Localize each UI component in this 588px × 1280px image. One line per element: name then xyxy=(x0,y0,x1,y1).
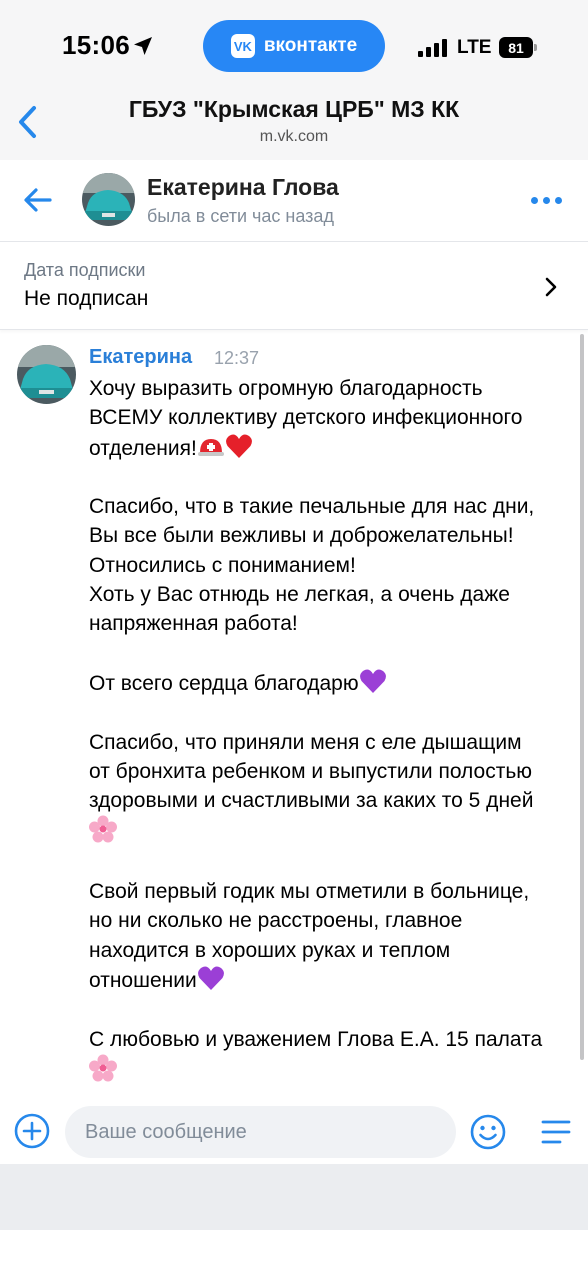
chat-header: Екатерина Глова была в сети час назад xyxy=(0,160,588,242)
dot xyxy=(543,197,550,204)
message-paragraph: От всего сердца благодарю xyxy=(89,668,579,698)
cherry-blossom-emoji xyxy=(89,815,117,843)
message-body: Хочу выразить огромную благодарность ВСЕ… xyxy=(89,374,579,1115)
subscription-value: Не подписан xyxy=(24,287,149,310)
dot xyxy=(531,197,538,204)
battery-cap xyxy=(534,44,537,51)
status-time: 15:06 xyxy=(62,30,130,60)
purple-heart-emoji xyxy=(197,966,224,990)
red-heart-emoji xyxy=(225,434,252,458)
status-bar: 15:06 VK вконтакте LTE 81 xyxy=(0,0,588,90)
battery-icon: 81 xyxy=(499,37,537,58)
browser-bar: ГБУЗ "Крымская ЦРБ" МЗ КК m.vk.com xyxy=(0,90,588,160)
keyboard-placeholder-area xyxy=(0,1164,588,1230)
vk-pill-label: вконтакте xyxy=(263,35,358,56)
message-text: От всего сердца благодарю xyxy=(89,671,359,695)
message-input[interactable] xyxy=(65,1106,456,1158)
back-chevron-icon[interactable] xyxy=(14,104,42,140)
smile-icon[interactable] xyxy=(470,1114,506,1150)
message: Екатерина 12:37 Хочу выразить огромную б… xyxy=(0,330,588,1090)
network-type: LTE xyxy=(457,37,492,58)
signal-icon xyxy=(418,39,447,57)
chevron-right-icon xyxy=(545,277,557,297)
menu-icon[interactable] xyxy=(540,1118,572,1146)
browser-title: ГБУЗ "Крымская ЦРБ" МЗ КК xyxy=(128,96,460,122)
contact-status: была в сети час назад xyxy=(147,206,334,226)
add-circle-icon[interactable] xyxy=(14,1113,50,1149)
message-avatar[interactable] xyxy=(17,345,76,404)
contact-name[interactable]: Екатерина Глова xyxy=(147,174,339,201)
back-arrow-icon[interactable] xyxy=(22,186,54,214)
message-text: Свой первый годик мы отметили в больнице… xyxy=(89,880,530,992)
more-dots-icon[interactable] xyxy=(531,197,563,205)
message-paragraph: Спасибо, что в такие печальные для нас д… xyxy=(89,495,535,636)
location-arrow-icon xyxy=(134,37,152,55)
browser-url: m.vk.com xyxy=(259,128,329,145)
rescue-helmet-emoji xyxy=(197,438,224,456)
message-paragraph: С любовью и уважением Глова Е.А. 15 пала… xyxy=(89,1025,579,1087)
message-text: Спасибо, что приняли меня с еле дышащим … xyxy=(89,730,534,813)
composer xyxy=(0,1098,588,1164)
vk-logo-icon: VK xyxy=(230,34,255,58)
message-author[interactable]: Екатерина xyxy=(89,346,192,369)
avatar[interactable] xyxy=(82,173,135,226)
vk-app-pill[interactable]: VK вконтакте xyxy=(203,20,385,72)
dot xyxy=(555,197,562,204)
message-paragraph: Хочу выразить огромную благодарность ВСЕ… xyxy=(89,374,579,463)
subscription-label: Дата подписки xyxy=(24,260,146,280)
subscription-row[interactable]: Дата подписки Не подписан xyxy=(0,243,588,330)
scrollbar[interactable] xyxy=(580,334,584,1060)
message-time: 12:37 xyxy=(214,348,260,368)
message-paragraph: Свой первый годик мы отметили в больнице… xyxy=(89,877,579,995)
home-indicator-area xyxy=(0,1230,588,1280)
message-paragraph: Спасибо, что приняли меня с еле дышащим … xyxy=(89,728,579,848)
battery-level: 81 xyxy=(499,37,533,58)
cherry-blossom-emoji xyxy=(89,1054,117,1082)
message-text: Хочу выразить огромную благодарность ВСЕ… xyxy=(89,377,523,460)
message-text: С любовью и уважением Глова Е.А. 15 пала… xyxy=(89,1027,543,1051)
purple-heart-emoji xyxy=(359,669,386,693)
